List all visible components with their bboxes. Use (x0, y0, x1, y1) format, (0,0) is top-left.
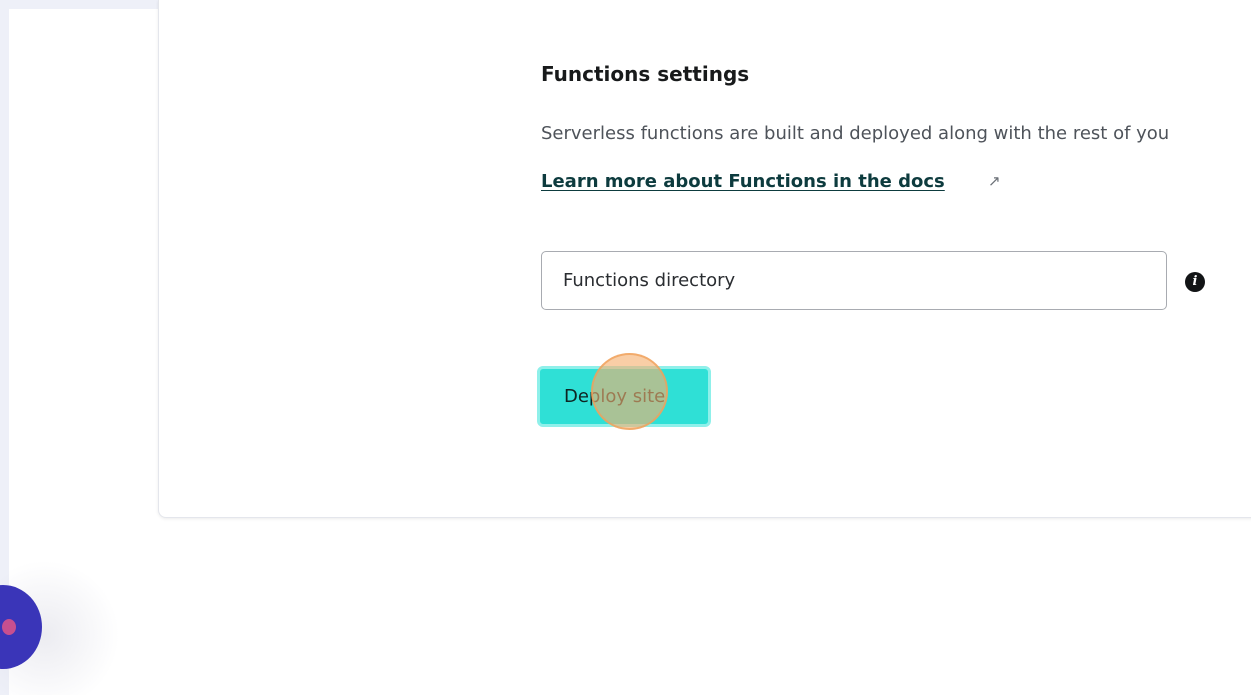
section-description: Serverless functions are built and deplo… (541, 123, 1170, 144)
functions-directory-input[interactable] (542, 252, 1166, 309)
external-link-icon: ↗ (988, 172, 1001, 190)
chat-launcher-icon (2, 619, 16, 635)
functions-directory-field (541, 251, 1167, 310)
section-title: Functions settings (541, 62, 750, 86)
info-icon[interactable]: i (1185, 272, 1205, 292)
functions-docs-link[interactable]: Learn more about Functions in the docs (541, 171, 945, 192)
deploy-site-button[interactable]: Deploy site (537, 366, 711, 427)
page: Functions settings Serverless functions … (0, 0, 1251, 695)
